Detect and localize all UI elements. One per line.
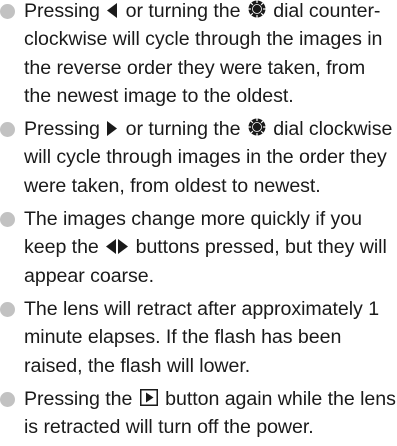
bullet-dot bbox=[0, 122, 15, 138]
list-item: The images change more quickly if you ke… bbox=[0, 205, 397, 290]
left-arrow-icon bbox=[107, 3, 118, 18]
list-item: Pressing or turning the dia bbox=[0, 0, 397, 110]
bullet-dot bbox=[0, 4, 15, 19]
bullet-text-part: or turning the bbox=[125, 0, 241, 22]
list-item: Pressing the button again while the lens… bbox=[0, 385, 397, 442]
control-dial-icon bbox=[248, 0, 266, 18]
control-dial-icon bbox=[248, 118, 266, 136]
list-item: Pressing or turning the dia bbox=[0, 115, 397, 200]
playback-button-icon bbox=[139, 388, 158, 406]
instruction-list: Pressing or turning the dial counter-clo… bbox=[0, 0, 397, 446]
bullet-text-part: Pressing the bbox=[24, 387, 133, 410]
right-arrow-icon bbox=[107, 121, 118, 137]
bullet-text-part: Pressing bbox=[24, 0, 100, 22]
bullet-text-part: The lens will retract after approximatel… bbox=[24, 297, 380, 377]
left-right-arrows-icon bbox=[106, 239, 129, 255]
bullet-dot bbox=[0, 212, 15, 228]
bullet-dot bbox=[0, 301, 15, 317]
bullet-text-part: or turning the bbox=[125, 118, 241, 141]
bullet-dot bbox=[0, 391, 15, 407]
list-item: The lens will retract after approximatel… bbox=[0, 295, 397, 380]
bullet-text-part: Pressing bbox=[24, 118, 100, 141]
